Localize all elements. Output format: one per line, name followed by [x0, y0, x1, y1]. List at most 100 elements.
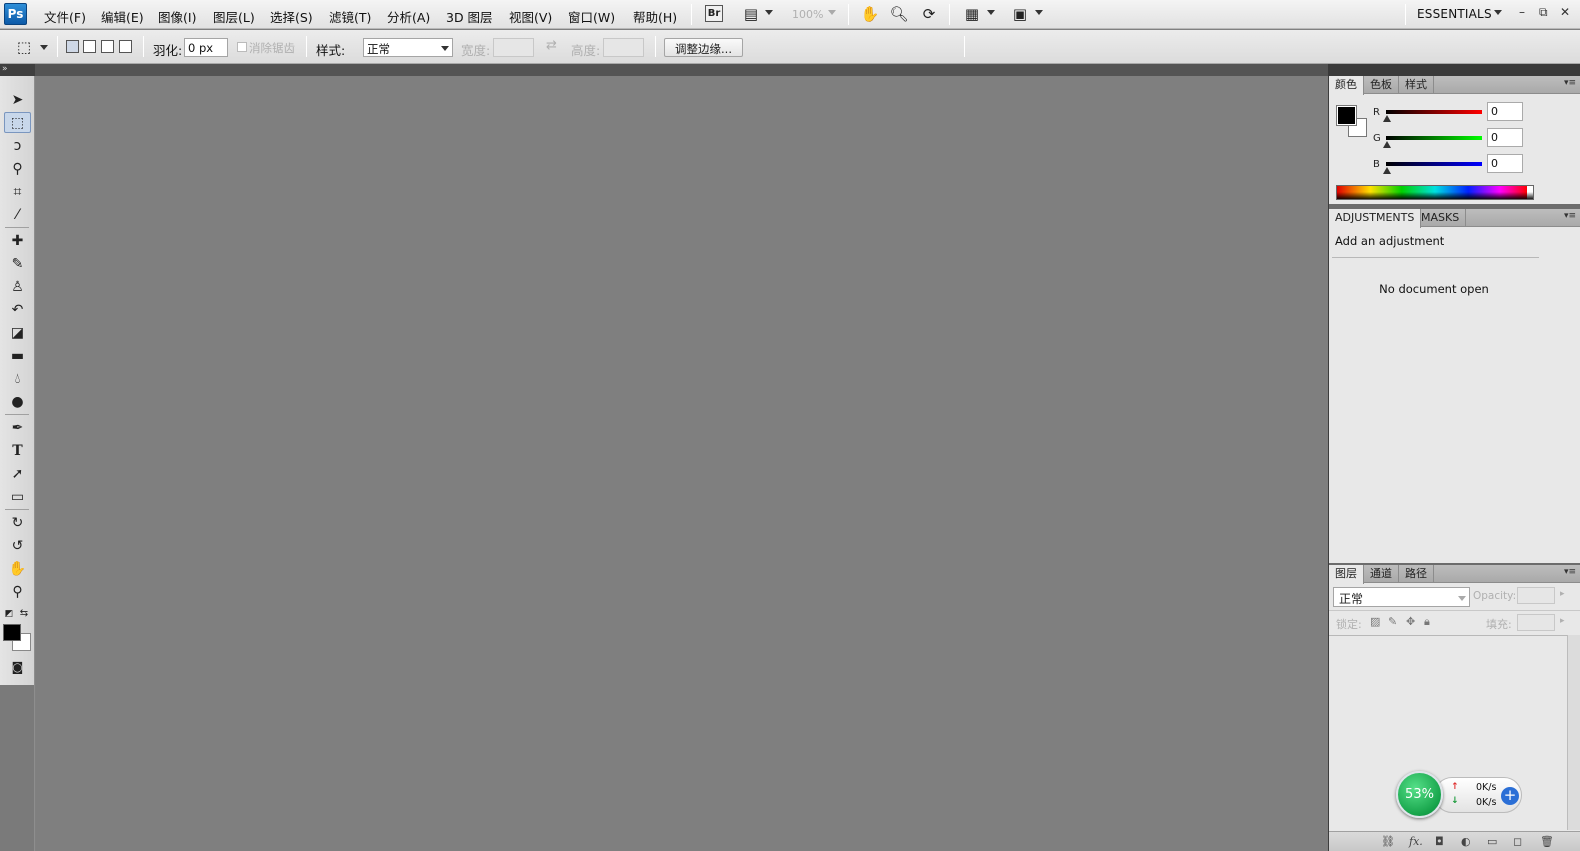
workspace-switcher[interactable]: ESSENTIALS: [1417, 7, 1492, 21]
gradient-tool-icon[interactable]: ▬: [4, 345, 31, 366]
quick-selection-tool-icon[interactable]: ⚲: [4, 158, 31, 179]
refine-edge-button[interactable]: 调整边缘...: [664, 38, 743, 57]
menu-layer[interactable]: 图层(L): [213, 7, 255, 26]
feather-input[interactable]: 0 px: [184, 38, 228, 57]
rotate-view-icon[interactable]: ⟳: [919, 4, 939, 24]
arrange-documents-icon[interactable]: ▦: [962, 4, 982, 24]
swap-dimensions-icon[interactable]: ⇄: [546, 38, 557, 53]
swap-colors-icon[interactable]: ⇆: [17, 603, 31, 624]
zoom-level[interactable]: 100%: [792, 8, 823, 21]
red-slider[interactable]: [1386, 110, 1482, 114]
menu-filter[interactable]: 滤镜(T): [329, 7, 371, 26]
tab-adjustments[interactable]: ADJUSTMENTS: [1329, 209, 1422, 228]
healing-brush-tool-icon[interactable]: ✚: [4, 230, 31, 251]
tab-masks[interactable]: MASKS: [1415, 209, 1467, 227]
marquee-preset-icon[interactable]: ⬚: [14, 37, 34, 57]
quick-mask-icon[interactable]: ◙: [4, 656, 31, 677]
tab-channels[interactable]: 通道: [1364, 565, 1399, 583]
foreground-color-swatch[interactable]: [3, 624, 21, 641]
color-spectrum-ramp[interactable]: [1336, 185, 1534, 200]
brush-tool-icon[interactable]: ✎: [4, 253, 31, 274]
eyedropper-tool-icon[interactable]: ⁄: [4, 204, 31, 225]
menu-help[interactable]: 帮助(H): [633, 7, 677, 26]
path-selection-tool-icon[interactable]: ➚: [4, 463, 31, 484]
screen-mode-icon[interactable]: ▣: [1010, 4, 1030, 24]
plus-icon[interactable]: +: [1501, 787, 1519, 805]
menu-edit[interactable]: 编辑(E): [101, 7, 144, 26]
pen-tool-icon[interactable]: ✒: [4, 417, 31, 438]
intersect-selection-icon[interactable]: [119, 40, 132, 53]
tab-color[interactable]: 颜色: [1329, 76, 1364, 95]
add-to-selection-icon[interactable]: [83, 40, 96, 53]
chevron-down-icon[interactable]: [987, 10, 995, 15]
clone-stamp-tool-icon[interactable]: ♙: [4, 276, 31, 297]
layer-style-fx-icon[interactable]: fx.: [1409, 835, 1423, 848]
menu-image[interactable]: 图像(I): [158, 7, 196, 26]
type-tool-icon[interactable]: T: [4, 440, 31, 461]
chevron-down-icon[interactable]: [1494, 10, 1502, 15]
minimize-icon[interactable]: –: [1519, 5, 1525, 19]
green-slider[interactable]: [1386, 136, 1482, 140]
move-tool-icon[interactable]: ➤: [4, 89, 31, 110]
chevron-right-icon[interactable]: ▸: [1560, 616, 1565, 626]
blue-value-input[interactable]: 0: [1487, 154, 1523, 173]
new-selection-icon[interactable]: [66, 40, 79, 53]
lasso-tool-icon[interactable]: ↄ: [4, 135, 31, 156]
blend-mode-select[interactable]: 正常: [1333, 587, 1470, 607]
layers-scrollbar[interactable]: [1567, 635, 1580, 830]
marquee-tool-icon[interactable]: ⬚: [4, 112, 31, 133]
hand-icon[interactable]: ✋: [860, 4, 880, 24]
chevron-down-icon[interactable]: [1035, 10, 1043, 15]
color-fg-swatch[interactable]: [1336, 105, 1357, 126]
menu-analysis[interactable]: 分析(A): [387, 7, 430, 26]
tab-layers[interactable]: 图层: [1329, 565, 1364, 584]
lock-image-icon[interactable]: ✎: [1388, 615, 1397, 628]
dodge-tool-icon[interactable]: ●: [4, 391, 31, 412]
menu-window[interactable]: 窗口(W): [568, 7, 615, 26]
zoom-tool-icon[interactable]: ⚲: [4, 581, 31, 602]
crop-tool-icon[interactable]: ⌗: [4, 181, 31, 202]
antialias-checkbox[interactable]: [237, 42, 247, 52]
eraser-tool-icon[interactable]: ◪: [4, 322, 31, 343]
red-slider-thumb[interactable]: [1383, 115, 1391, 122]
add-mask-icon[interactable]: ◘: [1435, 835, 1444, 848]
style-select[interactable]: 正常: [363, 38, 453, 57]
memory-usage-badge[interactable]: 53%: [1396, 771, 1443, 818]
height-input[interactable]: [603, 38, 644, 57]
tab-swatches[interactable]: 色板: [1364, 76, 1399, 94]
new-layer-icon[interactable]: ◻: [1513, 835, 1522, 848]
zoom-icon[interactable]: 🔍︎: [889, 4, 909, 24]
chevron-down-icon[interactable]: [765, 10, 773, 15]
green-value-input[interactable]: 0: [1487, 128, 1523, 147]
menu-view[interactable]: 视图(V): [509, 7, 552, 26]
menu-3d[interactable]: 3D 图层: [446, 7, 493, 26]
blur-tool-icon[interactable]: 💧︎: [4, 368, 31, 389]
opacity-input[interactable]: [1517, 587, 1555, 604]
lock-transparent-icon[interactable]: ▨: [1370, 615, 1380, 628]
panel-menu-icon[interactable]: ▾≡: [1564, 567, 1576, 577]
adjustment-layer-icon[interactable]: ◐: [1461, 835, 1471, 848]
green-slider-thumb[interactable]: [1383, 141, 1391, 148]
chevron-down-icon[interactable]: [1458, 596, 1466, 601]
lock-position-icon[interactable]: ✥: [1406, 615, 1415, 628]
fill-input[interactable]: [1517, 614, 1555, 631]
view-extras-icon[interactable]: ▤: [741, 4, 761, 24]
default-colors-icon[interactable]: ◩: [2, 603, 16, 624]
network-speed-widget[interactable]: ↑ 0K/s ↓ 0K/s + 53%: [1396, 771, 1524, 818]
rectangle-tool-icon[interactable]: ▭: [4, 486, 31, 507]
delete-layer-icon[interactable]: 🗑︎: [1540, 835, 1554, 848]
chevron-down-icon[interactable]: [40, 45, 48, 50]
close-icon[interactable]: ✕: [1560, 5, 1570, 19]
chevron-down-icon[interactable]: [441, 46, 449, 51]
document-canvas-area[interactable]: [36, 76, 1328, 851]
tab-paths[interactable]: 路径: [1399, 565, 1434, 583]
width-input[interactable]: [493, 38, 534, 57]
chevron-right-icon[interactable]: ▸: [1560, 589, 1565, 599]
lock-all-icon[interactable]: 🔒︎: [1424, 615, 1430, 629]
3d-rotate-tool-icon[interactable]: ↻: [4, 512, 31, 533]
link-layers-icon[interactable]: ⛓: [1381, 835, 1395, 848]
red-value-input[interactable]: 0: [1487, 102, 1523, 121]
restore-icon[interactable]: ⧉: [1539, 5, 1548, 20]
panel-menu-icon[interactable]: ▾≡: [1564, 211, 1576, 221]
blue-slider-thumb[interactable]: [1383, 167, 1391, 174]
